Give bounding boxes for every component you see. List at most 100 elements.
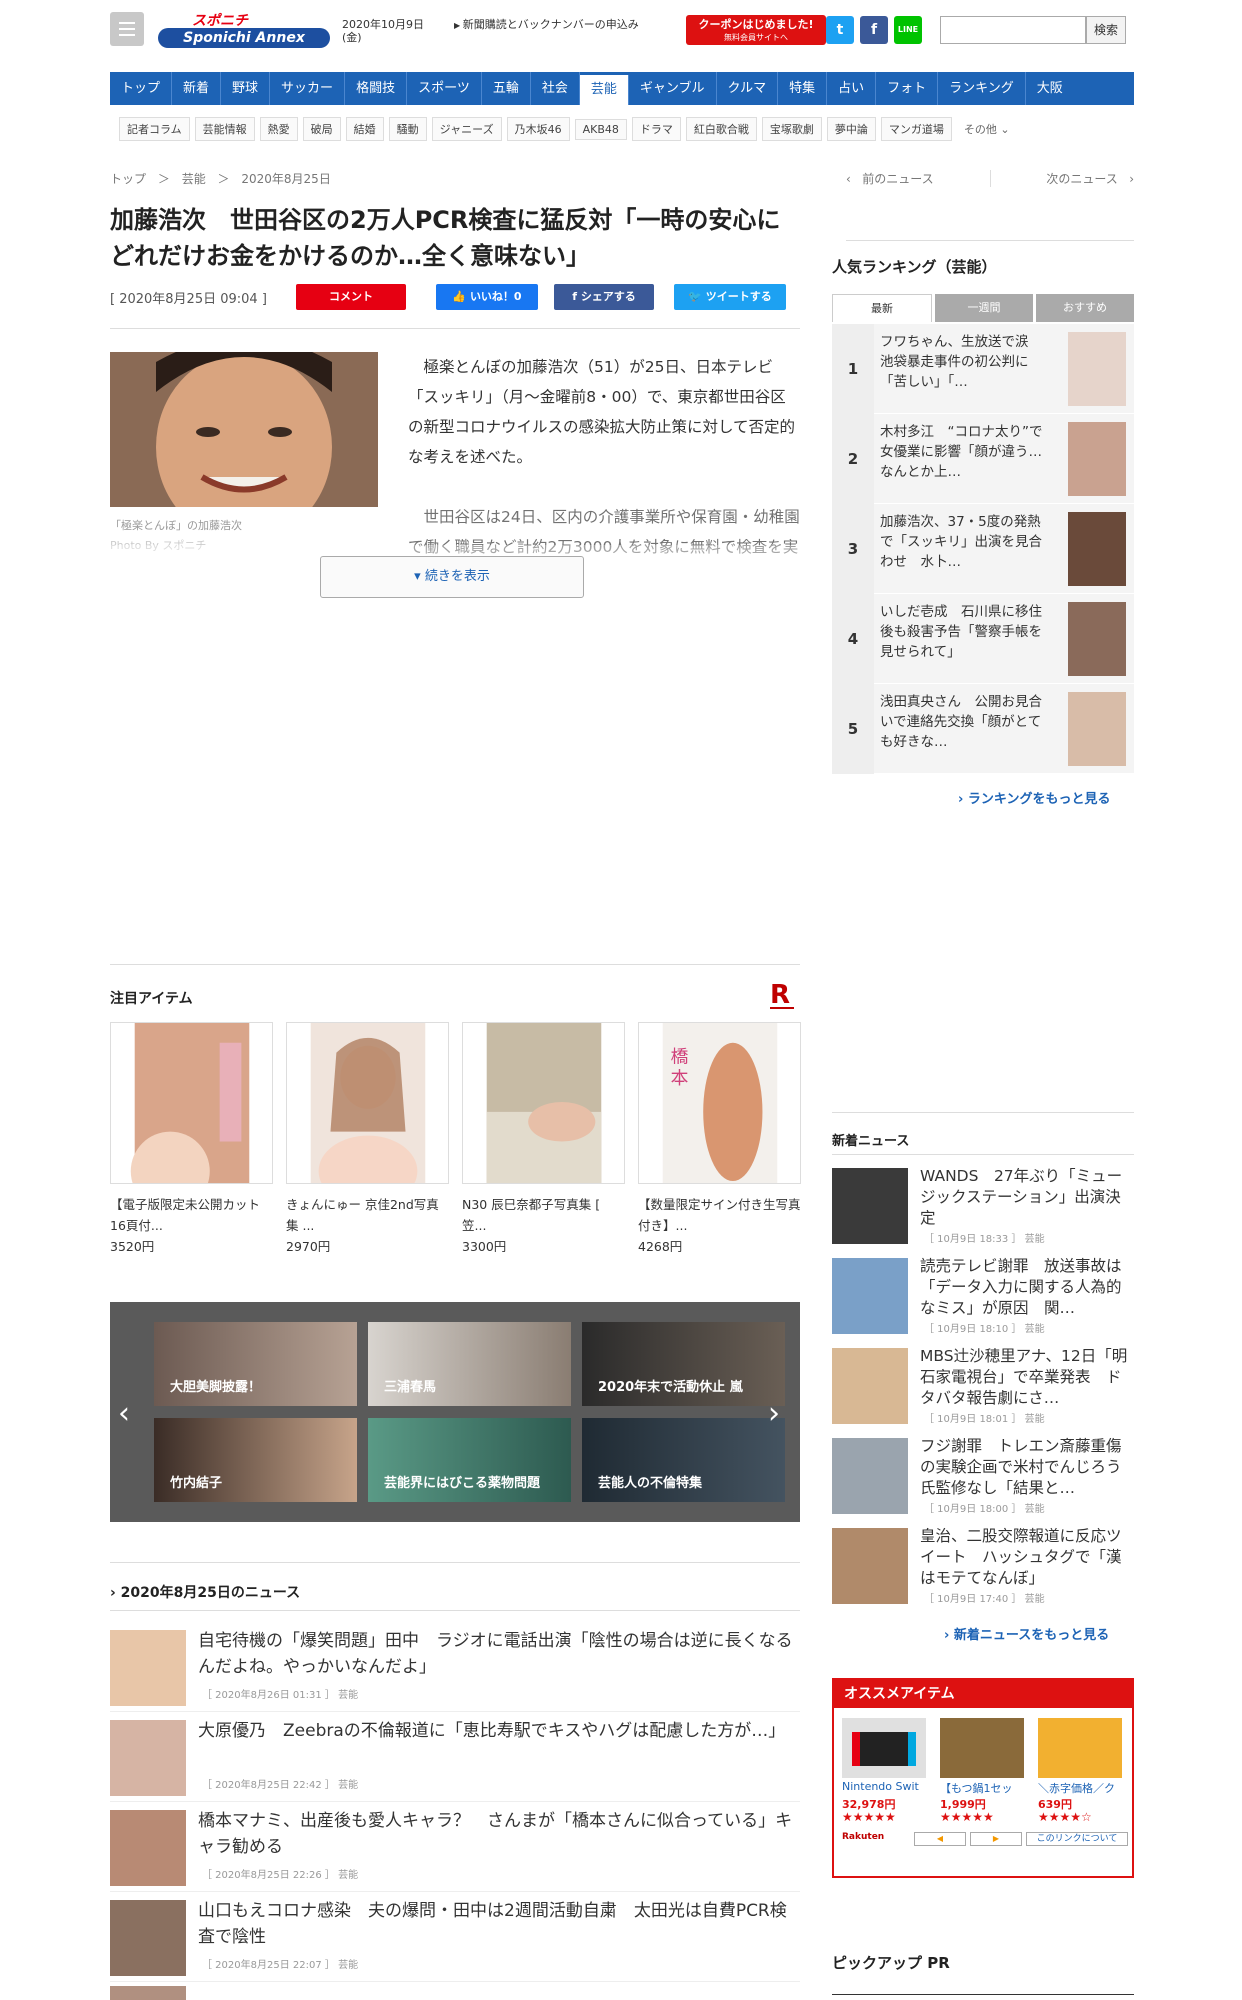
search-input[interactable] <box>940 16 1086 44</box>
nav-item[interactable]: ギャンブル <box>629 72 717 105</box>
news-title[interactable]: フジ謝罪 トレエン斎藤重傷の実験企画で米村でんじろう氏監修なし「結果と… <box>920 1436 1134 1499</box>
news-title[interactable]: 山口もえコロナ感染 夫の爆問・田中は2週間活動自粛 太田光は自費PCR検査で陰性 <box>198 1898 798 1950</box>
subnav-more[interactable]: その他 ⌄ <box>957 118 1017 140</box>
nav-item[interactable]: 格闘技 <box>345 72 408 105</box>
tab-latest[interactable]: 最新 <box>832 294 932 322</box>
news-thumb[interactable] <box>832 1528 908 1604</box>
subnav-item[interactable]: マンガ道場 <box>880 117 952 141</box>
about-link[interactable]: このリンクについて <box>1026 1832 1128 1846</box>
featured-item-image[interactable]: 橋本 <box>638 1022 801 1184</box>
subnav-item[interactable]: 宝塚歌劇 <box>761 117 822 141</box>
news-title[interactable]: MBS辻沙穂里アナ、12日「明石家電視台」で卒業発表 ドタバタ報告劇にさ… <box>920 1346 1134 1409</box>
ranking-item[interactable]: 3 加藤浩次、37・5度の発熱で「スッキリ」出演を見合わせ 水卜… <box>832 504 1134 594</box>
rank-thumb[interactable] <box>1068 602 1126 676</box>
breadcrumb-item[interactable]: トップ <box>110 172 146 186</box>
nav-item[interactable]: 野球 <box>221 72 271 105</box>
subnav-item[interactable]: 乃木坂46 <box>506 117 570 141</box>
prev-news-link[interactable]: ‹ 前のニュース <box>846 170 991 187</box>
coupon-banner[interactable]: クーポンはじめました! 無料会員サイトへ <box>686 15 826 45</box>
subscription-link[interactable]: ▶ 新聞購読とバックナンバーの申込み <box>454 18 664 33</box>
search-button[interactable]: 検索 <box>1086 16 1126 44</box>
news-title[interactable]: 橋本マナミ、出産後も愛人キャラ？ さんまが「橋本さんに似合っている」キャラ勧める <box>198 1808 798 1860</box>
rank-title[interactable]: フワちゃん、生放送で涙 池袋暴走事件の初公判に「苦しい」「… <box>880 332 1050 392</box>
facebook-icon[interactable]: f <box>860 16 888 44</box>
nav-item[interactable]: 特集 <box>778 72 828 105</box>
rank-title[interactable]: 木村多江 “コロナ太り”で女優業に影響「顔が違う…なんとか上… <box>880 422 1050 482</box>
tab-recommended[interactable]: おすすめ <box>1036 294 1134 322</box>
nav-item-active[interactable]: 芸能 <box>579 75 629 105</box>
subnav-item[interactable]: ドラマ <box>631 117 681 141</box>
nav-item[interactable]: サッカー <box>270 72 346 105</box>
news-thumb[interactable] <box>832 1168 908 1244</box>
ranking-item[interactable]: 4 いしだ壱成 石川県に移住後も殺害予告「警察手帳を見せられて」 <box>832 594 1134 684</box>
rakuten-icon[interactable]: R <box>770 980 790 1010</box>
rank-thumb[interactable] <box>1068 332 1126 406</box>
news-list-item[interactable]: 大原優乃 Zeebraの不倫報道に「恵比寿駅でキスやハグは配慮した方が…」 ［ … <box>110 1716 800 1802</box>
subnav-item[interactable]: 騒動 <box>388 117 427 141</box>
slider-next-icon[interactable]: › <box>768 1396 780 1431</box>
rank-title[interactable]: 浅田真央さん 公開お見合いで連絡先交換「顔がとても好きな… <box>880 692 1050 752</box>
latest-news-item[interactable]: WANDS 27年ぶり「ミュージックステーション」出演決定 ［ 10月9日 18… <box>832 1166 1134 1256</box>
latest-news-item[interactable]: 読売テレビ謝罪 放送事故は「データ入力に関する人為的なミス」が原因 関… ［ 1… <box>832 1256 1134 1346</box>
tweet-button[interactable]: 🐦 ツイートする <box>674 284 786 310</box>
news-thumb[interactable] <box>110 1630 186 1706</box>
rank-title[interactable]: 加藤浩次、37・5度の発熱で「スッキリ」出演を見合わせ 水卜… <box>880 512 1050 572</box>
news-thumb[interactable] <box>110 1900 186 1976</box>
subnav-item[interactable]: 夢中論 <box>826 117 876 141</box>
featured-item-text[interactable]: 【数量限定サイン付き生写真付き】... 4268円 <box>638 1194 803 1257</box>
rank-thumb[interactable] <box>1068 692 1126 766</box>
rank-thumb[interactable] <box>1068 422 1126 496</box>
next-arrow-button[interactable]: ▶ <box>970 1832 1022 1846</box>
rank-thumb[interactable] <box>1068 512 1126 586</box>
comment-button[interactable]: コメント <box>296 284 406 310</box>
breadcrumb-item[interactable]: 芸能 <box>182 172 206 186</box>
latest-news-item[interactable]: 皇治、二股交際報道に反応ツイート ハッシュタグで「漢はモテてなんぼ」 ［ 10月… <box>832 1526 1134 1616</box>
nav-item[interactable]: ランキング <box>938 72 1026 105</box>
product-image[interactable] <box>1038 1718 1122 1778</box>
product-name[interactable]: ＼赤字価格／ク <box>1038 1780 1115 1796</box>
ranking-item[interactable]: 1 フワちゃん、生放送で涙 池袋暴走事件の初公判に「苦しい」「… <box>832 324 1134 414</box>
site-logo[interactable]: スポニチ Sponichi Annex <box>158 12 330 48</box>
news-title[interactable]: 皇治、二股交際報道に反応ツイート ハッシュタグで「漢はモテてなんぼ」 <box>920 1526 1134 1589</box>
ranking-item[interactable]: 5 浅田真央さん 公開お見合いで連絡先交換「顔がとても好きな… <box>832 684 1134 774</box>
news-thumb[interactable] <box>110 1720 186 1796</box>
latest-more-link[interactable]: › 新着ニュースをもっと見る <box>944 1624 1109 1643</box>
featured-item-text[interactable]: きょんにゅー 京佳2nd写真集 ... 2970円 <box>286 1194 451 1257</box>
slider-prev-icon[interactable]: ‹ <box>118 1396 130 1431</box>
product-image[interactable] <box>842 1718 926 1778</box>
ranking-item[interactable]: 2 木村多江 “コロナ太り”で女優業に影響「顔が違う…なんとか上… <box>832 414 1134 504</box>
subnav-item[interactable]: ジャニーズ <box>431 117 502 141</box>
subnav-item[interactable]: 紅白歌合戦 <box>685 117 757 141</box>
slider-card[interactable]: 大胆美脚披露！ <box>154 1322 357 1406</box>
slider-card[interactable]: 三浦春馬 <box>368 1322 571 1406</box>
ranking-more-link[interactable]: › ランキングをもっと見る <box>958 788 1111 807</box>
next-news-link[interactable]: 次のニュース › <box>991 170 1134 187</box>
slider-card[interactable]: 竹内結子 <box>154 1418 357 1502</box>
nav-item[interactable]: トップ <box>110 72 173 105</box>
news-list-item[interactable]: 自宅待機の「爆笑問題」田中 ラジオに電話出演「陰性の場合は逆に長くなるんだよね。… <box>110 1626 800 1712</box>
subnav-item[interactable]: AKB48 <box>574 118 627 140</box>
share-button[interactable]: f シェアする <box>554 284 654 310</box>
read-more-button[interactable]: ▾ 続きを表示 <box>320 556 584 598</box>
nav-item[interactable]: フォト <box>876 72 939 105</box>
line-icon[interactable]: LINE <box>894 16 922 44</box>
nav-item[interactable]: スポーツ <box>407 72 482 105</box>
article-photo[interactable] <box>110 352 378 507</box>
slider-card[interactable]: 2020年末で活動休止 嵐 <box>582 1322 785 1406</box>
news-thumb[interactable] <box>832 1438 908 1514</box>
news-title[interactable]: 読売テレビ謝罪 放送事故は「データ入力に関する人為的なミス」が原因 関… <box>920 1256 1134 1319</box>
subnav-item[interactable]: 熱愛 <box>259 117 298 141</box>
featured-item-image[interactable] <box>286 1022 449 1184</box>
nav-item[interactable]: クルマ <box>717 72 779 105</box>
news-title[interactable]: WANDS 27年ぶり「ミュージックステーション」出演決定 <box>920 1166 1134 1229</box>
news-title[interactable]: 大原優乃 Zeebraの不倫報道に「恵比寿駅でキスやハグは配慮した方が…」 <box>198 1718 798 1744</box>
nav-item[interactable]: 占い <box>827 72 877 105</box>
slider-card[interactable]: 芸能人の不倫特集 <box>582 1418 785 1502</box>
breadcrumb-item[interactable]: 2020年8月25日 <box>241 172 330 186</box>
nav-item[interactable]: 大阪 <box>1026 72 1074 105</box>
subnav-item[interactable]: 結婚 <box>345 117 384 141</box>
product-name[interactable]: 【もつ鍋1セッ <box>940 1780 1013 1796</box>
news-list-item[interactable]: 橋本マナミ、出産後も愛人キャラ？ さんまが「橋本さんに似合っている」キャラ勧める… <box>110 1806 800 1892</box>
product-image[interactable] <box>940 1718 1024 1778</box>
news-thumb[interactable] <box>110 1986 186 2000</box>
